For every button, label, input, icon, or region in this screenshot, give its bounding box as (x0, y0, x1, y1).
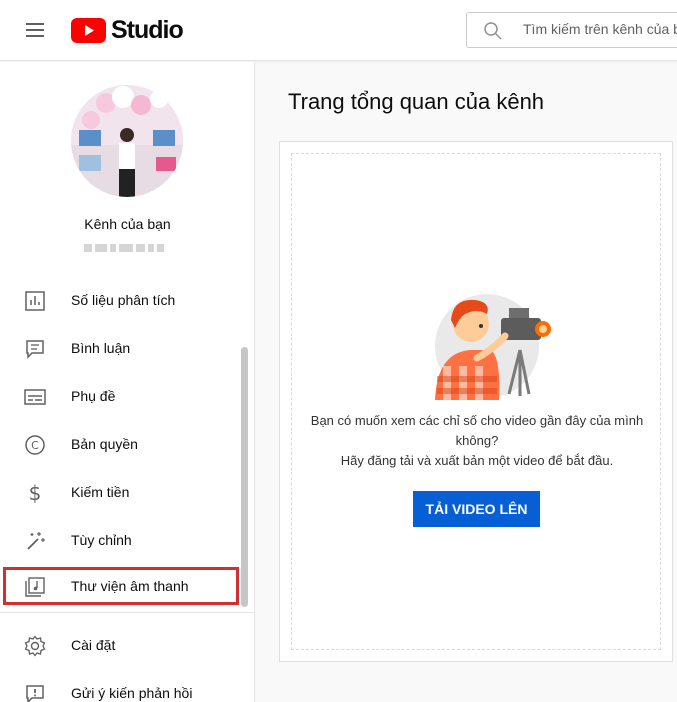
analytics-icon (25, 291, 45, 311)
hamburger-menu-icon[interactable] (20, 17, 50, 43)
videographer-illustration (435, 294, 551, 400)
message-line-1: Bạn có muốn xem các chỉ số cho video gần… (310, 413, 644, 428)
sidebar-item-label: Tùy chỉnh (71, 532, 132, 548)
sidebar-item-label: Phụ đề (71, 388, 116, 404)
sidebar-item-customization[interactable]: Tùy chỉnh (0, 519, 240, 563)
sidebar-item-analytics[interactable]: Số liệu phân tích (0, 279, 240, 323)
sidebar-item-label: Bình luận (71, 340, 131, 356)
sidebar-item-feedback[interactable]: Gửi ý kiến phản hồi (0, 672, 240, 702)
youtube-logo-icon (71, 17, 106, 43)
empty-state-message: Bạn có muốn xem các chỉ số cho video gần… (292, 411, 662, 471)
search-icon (484, 22, 502, 40)
avatar-photo (71, 85, 183, 197)
sidebar-item-settings[interactable]: Cài đặt (0, 624, 240, 668)
sidebar: Kênh của bạn Số liệu phân tích Bình luận… (0, 62, 255, 702)
upload-video-button[interactable]: TẢI VIDEO LÊN (413, 491, 540, 527)
sidebar-scrollbar[interactable] (241, 347, 248, 607)
comments-icon (26, 340, 44, 359)
sidebar-item-monetization[interactable]: $ Kiếm tiền (0, 471, 240, 515)
feedback-icon (26, 685, 44, 702)
sidebar-item-label: Gửi ý kiến phản hồi (71, 685, 193, 701)
sidebar-item-label: Thư viện âm thanh (71, 578, 189, 594)
message-line-2: không? (455, 433, 499, 448)
sidebar-item-label: Số liệu phân tích (71, 292, 176, 308)
studio-wordmark: Studio (111, 15, 184, 44)
sidebar-item-label: Cài đặt (71, 637, 116, 653)
empty-state-panel: Bạn có muốn xem các chỉ số cho video gần… (291, 153, 661, 650)
magic-wand-icon (27, 532, 45, 550)
divider (0, 612, 254, 613)
message-line-3: Hãy đăng tải và xuất bản một video để bắ… (340, 453, 614, 468)
sidebar-item-label: Bản quyền (71, 436, 138, 452)
page-title: Trang tổng quan của kênh (288, 89, 545, 114)
channel-label: Kênh của bạn (84, 216, 171, 232)
gear-icon (24, 635, 46, 657)
sidebar-item-copyright[interactable]: C Bản quyền (0, 423, 240, 467)
sidebar-item-label: Kiếm tiền (71, 484, 130, 500)
search-box[interactable] (466, 12, 677, 48)
dollar-icon: $ (29, 482, 42, 504)
audio-library-icon (25, 577, 45, 597)
channel-name-redacted (84, 239, 174, 252)
recent-video-card: Bạn có muốn xem các chỉ số cho video gần… (279, 141, 673, 662)
sidebar-item-audio-library[interactable]: Thư viện âm thanh (0, 565, 240, 609)
sidebar-item-subtitles[interactable]: Phụ đề (0, 375, 240, 419)
svg-text:$: $ (29, 482, 42, 504)
top-bar: Studio (0, 0, 677, 61)
sidebar-item-comments[interactable]: Bình luận (0, 327, 240, 371)
youtube-studio-logo[interactable]: Studio (71, 15, 184, 44)
copyright-icon: C (25, 435, 45, 455)
svg-text:C: C (31, 439, 39, 452)
channel-avatar[interactable] (71, 85, 183, 197)
subtitles-icon (24, 389, 46, 405)
search-input[interactable] (523, 21, 677, 37)
